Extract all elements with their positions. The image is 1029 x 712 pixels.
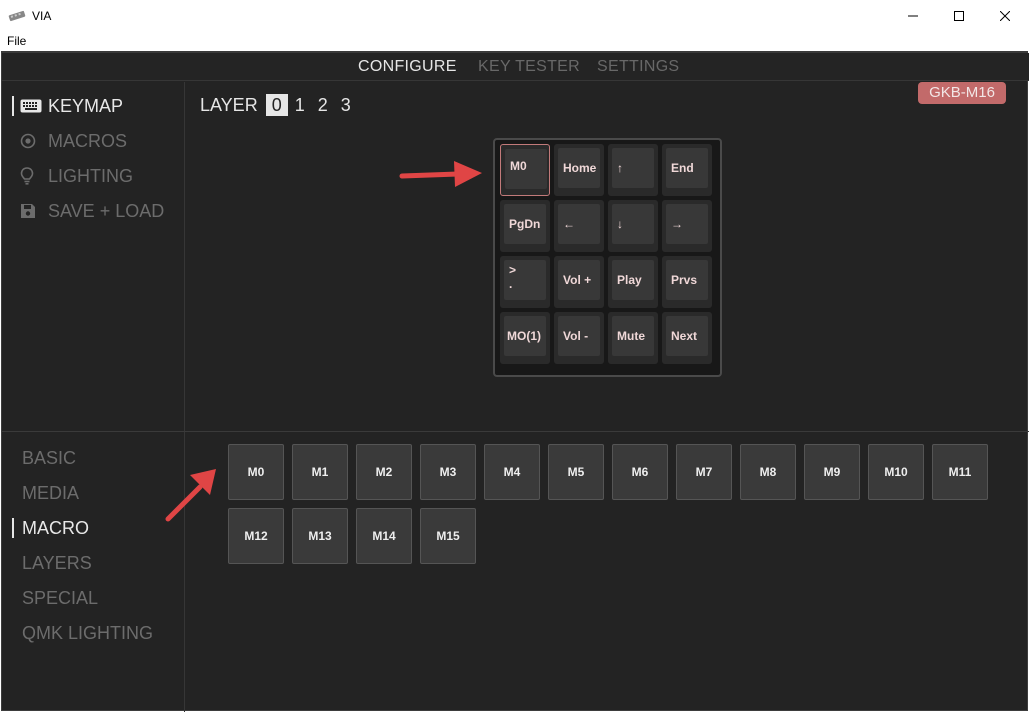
sidebar-item-label: SAVE + LOAD [48, 200, 165, 221]
category-basic[interactable]: BASIC [12, 447, 76, 469]
keyboard-layout: M0 Home ↑ End PgDn ← ↓ → > . Vol + Play … [493, 138, 722, 377]
macro-key-m2[interactable]: M2 [356, 444, 412, 500]
keymap-key[interactable]: ↓ [608, 200, 658, 252]
keymap-key[interactable]: Vol + [554, 256, 604, 308]
tab-key-tester[interactable]: KEY TESTER [478, 58, 580, 76]
category-special[interactable]: SPECIAL [12, 587, 98, 609]
keymap-key[interactable]: Prvs [662, 256, 712, 308]
layer-1-button[interactable]: 1 [289, 94, 311, 116]
keycode-category-sidebar: BASIC MEDIA MACRO LAYERS SPECIAL QMK LIG… [2, 432, 185, 712]
layer-0-button[interactable]: 0 [265, 94, 288, 116]
app-container: CONFIGURE KEY TESTER SETTINGS KEYMAP MAC… [1, 51, 1029, 712]
keymap-key[interactable]: Next [662, 312, 712, 364]
keymap-key[interactable]: M0 [500, 144, 550, 196]
circle-dot-icon [20, 132, 42, 150]
macro-key-m7[interactable]: M7 [676, 444, 732, 500]
sidebar-item-label: KEYMAP [48, 95, 124, 116]
macro-key-m6[interactable]: M6 [612, 444, 668, 500]
menu-bar: File [0, 32, 1029, 51]
category-qmk-lighting[interactable]: QMK LIGHTING [12, 622, 153, 644]
active-indicator [12, 96, 14, 116]
keymap-key[interactable]: > . [500, 256, 550, 308]
macro-key-m4[interactable]: M4 [484, 444, 540, 500]
keymap-key[interactable]: End [662, 144, 712, 196]
tab-settings[interactable]: SETTINGS [597, 58, 679, 76]
configure-sidebar: KEYMAP MACROS LIGHTING SAVE + LOAD [2, 82, 185, 431]
keymap-key[interactable]: Home [554, 144, 604, 196]
close-icon [1000, 11, 1010, 21]
keymap-key[interactable]: Mute [608, 312, 658, 364]
macro-key-m11[interactable]: M11 [932, 444, 988, 500]
macro-key-m10[interactable]: M10 [868, 444, 924, 500]
title-bar: VIA [0, 0, 1029, 32]
keyboard-icon [20, 97, 42, 115]
macro-key-m12[interactable]: M12 [228, 508, 284, 564]
device-badge: GKB-M16 [918, 82, 1006, 104]
macro-key-m15[interactable]: M15 [420, 508, 476, 564]
sidebar-item-macros[interactable]: MACROS [12, 130, 127, 152]
maximize-icon [954, 11, 964, 21]
keymap-key[interactable]: ← [554, 200, 604, 252]
keymap-key[interactable]: Vol - [554, 312, 604, 364]
top-nav: CONFIGURE KEY TESTER SETTINGS [2, 53, 1029, 81]
via-app-icon [8, 9, 26, 22]
layer-label: LAYER [200, 94, 258, 115]
annotation-arrow-diagonal [165, 469, 216, 522]
minimize-button[interactable] [890, 0, 936, 32]
close-button[interactable] [982, 0, 1028, 32]
annotation-arrow-right [399, 161, 482, 187]
macro-key-m8[interactable]: M8 [740, 444, 796, 500]
macro-key-m0[interactable]: M0 [228, 444, 284, 500]
window-title: VIA [32, 9, 52, 23]
category-label: MACRO [22, 517, 89, 538]
sidebar-item-keymap[interactable]: KEYMAP [12, 95, 123, 117]
sidebar-item-save-load[interactable]: SAVE + LOAD [12, 200, 164, 222]
macro-key-m1[interactable]: M1 [292, 444, 348, 500]
category-layers[interactable]: LAYERS [12, 552, 92, 574]
lightbulb-icon [20, 167, 42, 185]
tab-configure[interactable]: CONFIGURE [358, 58, 457, 76]
layer-3-button[interactable]: 3 [335, 94, 357, 116]
minimize-icon [908, 15, 918, 17]
save-icon [20, 202, 42, 220]
sidebar-item-label: MACROS [48, 130, 128, 151]
category-media[interactable]: MEDIA [12, 482, 79, 504]
macro-key-m5[interactable]: M5 [548, 444, 604, 500]
maximize-button[interactable] [936, 0, 982, 32]
layer-2-button[interactable]: 2 [312, 94, 334, 116]
sidebar-item-lighting[interactable]: LIGHTING [12, 165, 133, 187]
macro-key-m13[interactable]: M13 [292, 508, 348, 564]
keymap-key[interactable]: → [662, 200, 712, 252]
keymap-key[interactable]: MO(1) [500, 312, 550, 364]
macro-key-m14[interactable]: M14 [356, 508, 412, 564]
macro-key-m9[interactable]: M9 [804, 444, 860, 500]
keymap-key[interactable]: Play [608, 256, 658, 308]
macro-key-m3[interactable]: M3 [420, 444, 476, 500]
category-macro[interactable]: MACRO [12, 517, 89, 539]
active-indicator [12, 518, 14, 538]
keymap-key[interactable]: ↑ [608, 144, 658, 196]
menu-file[interactable]: File [7, 34, 26, 48]
layer-selector: LAYER 0 1 2 3 [200, 93, 358, 117]
sidebar-item-label: LIGHTING [48, 165, 134, 186]
keymap-key[interactable]: PgDn [500, 200, 550, 252]
